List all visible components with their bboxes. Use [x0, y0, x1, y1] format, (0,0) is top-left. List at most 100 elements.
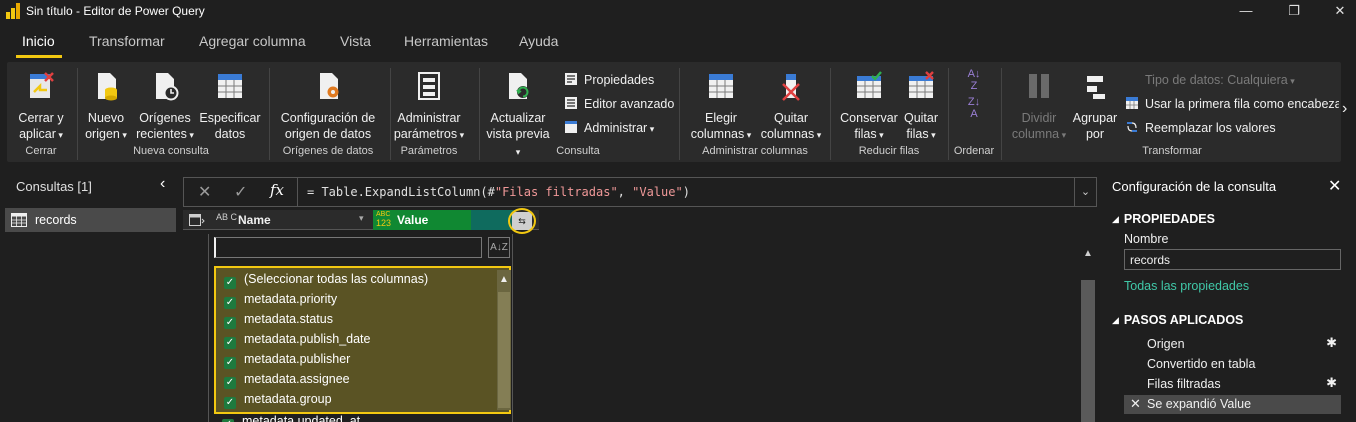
ribbon: Cerrar y aplicar ▾ Cerrar Nuevo origen ▾… [7, 62, 1341, 162]
checkbox-label: metadata.updated_at [242, 414, 361, 422]
checkbox-checked-icon: ✓ [224, 297, 236, 309]
chevron-down-icon: ▾ [1287, 76, 1295, 86]
nuevo-origen-button[interactable]: Nuevo origen ▾ [81, 70, 131, 143]
collapse-queries-button[interactable]: ‹ [160, 175, 165, 193]
checkbox-metadata-publisher[interactable]: ✓ metadata.publisher [224, 352, 350, 370]
sort-columns-button[interactable]: A↓Z [488, 237, 510, 258]
scroll-up-icon[interactable]: ▲ [1080, 248, 1096, 259]
value-column-label: Value [397, 213, 429, 227]
formula-input[interactable]: = Table.ExpandListColumn(#"Filas filtrad… [307, 185, 690, 199]
dividir-columna-button[interactable]: Dividir columna ▾ [1007, 70, 1071, 143]
checkbox-label: metadata.publish_date [244, 332, 371, 346]
especificar-datos-line2: datos [214, 127, 246, 141]
fx-icon[interactable]: fx [270, 181, 284, 199]
gear-icon[interactable]: ✱ [1326, 335, 1337, 351]
step-se-expandio-value[interactable]: ✕ Se expandió Value [1124, 395, 1341, 414]
column-header-name[interactable]: Name [238, 213, 271, 227]
close-settings-button[interactable]: ✕ [1328, 176, 1341, 196]
quitar-columnas-button[interactable]: Quitar columnas ▾ [759, 70, 823, 143]
minimize-button[interactable]: — [1224, 0, 1268, 22]
tab-agregar-columna[interactable]: Agregar columna [199, 33, 306, 49]
collapse-triangle-icon: ◢ [1112, 214, 1119, 224]
column-search-input[interactable] [214, 237, 482, 258]
applied-steps-section-header[interactable]: ◢ PASOS APLICADOS [1112, 313, 1243, 327]
checklist-scrollbar[interactable]: ▲ [497, 270, 511, 410]
primera-fila-encabezado-button[interactable]: Usar la primera fila como encabezad [1125, 95, 1339, 113]
conservar-filas-button[interactable]: Conservar filas ▾ [835, 70, 903, 143]
administrar-parametros-button[interactable]: Administrar parámetros ▾ [393, 70, 465, 143]
propiedades-button[interactable]: Propiedades [564, 71, 654, 89]
agrupar-por-line2: por [1085, 127, 1105, 141]
config-origen-line2: origen de datos [284, 127, 372, 141]
tab-vista[interactable]: Vista [340, 33, 371, 49]
chevron-down-icon: ▾ [186, 130, 194, 140]
group-consulta: Consulta [556, 145, 600, 157]
chevron-down-icon: ▾ [928, 130, 936, 140]
properties-section-header[interactable]: ◢ PROPIEDADES [1112, 212, 1215, 226]
chevron-down-icon[interactable]: ▾ [359, 213, 364, 224]
ribbon-scroll-right-button[interactable]: › [1342, 100, 1347, 118]
sort-ascending-button[interactable]: A↓ Z [962, 68, 986, 92]
formula-arg2: "Value" [632, 185, 683, 199]
sort-descending-button[interactable]: Z↓ A [962, 96, 986, 120]
grid-scroll-thumb[interactable] [1081, 280, 1095, 422]
checkbox-label: (Seleccionar todas las columnas) [244, 272, 429, 286]
checkbox-select-all[interactable]: ✓ (Seleccionar todas las columnas) [224, 272, 428, 290]
origenes-recientes-button[interactable]: Orígenes recientes ▾ [134, 70, 196, 143]
agrupar-por-button[interactable]: Agrupar por [1069, 70, 1121, 142]
checkbox-label: metadata.publisher [244, 352, 351, 366]
elegir-columnas-button[interactable]: Elegir columnas ▾ [685, 70, 757, 143]
scroll-up-icon[interactable]: ▲ [497, 274, 511, 285]
formula-sep: , [617, 185, 633, 199]
step-filas-filtradas[interactable]: Filas filtradas ✱ [1124, 375, 1341, 394]
commit-formula-button[interactable]: ✓ [234, 182, 247, 202]
tab-transformar[interactable]: Transformar [89, 33, 165, 49]
checkbox-checked-icon: ✓ [224, 397, 236, 409]
quitar-filas-button[interactable]: Quitar filas ▾ [900, 70, 942, 143]
checkbox-metadata-updated-at[interactable]: ✓metadata.updated_at [222, 414, 360, 422]
query-name-input[interactable]: records [1124, 249, 1341, 270]
configuracion-origen-button[interactable]: Configuración de origen de datos [273, 70, 383, 142]
reemplazar-valores-button[interactable]: Reemplazar los valores [1125, 119, 1276, 137]
checkbox-checked-icon: ✓ [224, 337, 236, 349]
editor-avanzado-button[interactable]: Editor avanzado [564, 95, 674, 113]
checkbox-metadata-priority[interactable]: ✓ metadata.priority [224, 292, 337, 310]
especificar-datos-button[interactable]: Especificar datos [199, 70, 261, 142]
data-source-settings-icon [320, 73, 339, 99]
remove-columns-icon [782, 74, 800, 101]
gear-icon[interactable]: ✱ [1326, 375, 1337, 391]
data-grid: AB C Name ▾ ABC 123 Value ⇆ A↓Z ✓ (Selecci… [183, 208, 1097, 422]
sort-descending-icon: Z↓ A [967, 96, 981, 120]
step-origen[interactable]: Origen ✱ [1124, 335, 1341, 354]
table-menu-icon[interactable] [189, 214, 205, 226]
delete-step-icon[interactable]: ✕ [1130, 396, 1141, 412]
expand-formula-button[interactable]: ⌄ [1074, 178, 1096, 206]
checkbox-metadata-publish-date[interactable]: ✓ metadata.publish_date [224, 332, 370, 350]
checkbox-metadata-group[interactable]: ✓ metadata.group [224, 392, 332, 410]
all-properties-link[interactable]: Todas las propiedades [1124, 279, 1249, 293]
query-item-label: records [35, 213, 77, 227]
cancel-formula-button[interactable]: ✕ [198, 182, 211, 202]
step-label: Convertido en tabla [1147, 357, 1256, 371]
administrar-button[interactable]: Administrar ▾ [564, 119, 654, 137]
quitar-columnas-line2: columnas [760, 127, 815, 141]
origenes-recientes-line1: Orígenes [139, 111, 191, 125]
checklist-scroll-thumb[interactable] [498, 292, 510, 408]
column-header-value[interactable]: ABC 123 Value [373, 210, 516, 230]
tab-ayuda[interactable]: Ayuda [519, 33, 558, 49]
tab-herramientas[interactable]: Herramientas [404, 33, 488, 49]
checkbox-metadata-assignee[interactable]: ✓ metadata.assignee [224, 372, 350, 390]
query-item-records[interactable]: records [5, 208, 176, 232]
close-apply-icon [30, 72, 54, 98]
tab-inicio[interactable]: Inicio [22, 33, 55, 49]
cerrar-aplicar-button[interactable]: Cerrar y aplicar ▾ [13, 70, 69, 143]
checkbox-metadata-status[interactable]: ✓ metadata.status [224, 312, 333, 330]
close-window-button[interactable]: ✕ [1318, 0, 1356, 22]
grid-vertical-scrollbar[interactable]: ▲ [1080, 240, 1096, 422]
text-type-icon[interactable]: AB C [216, 213, 237, 222]
checkbox-label: metadata.assignee [244, 372, 350, 386]
step-convertido-en-tabla[interactable]: Convertido en tabla [1124, 355, 1341, 374]
tipo-datos-dropdown[interactable]: Tipo de datos: Cualquiera ▾ [1145, 71, 1295, 89]
ribbon-separator [830, 68, 831, 160]
maximize-button[interactable]: ❐ [1272, 0, 1316, 22]
